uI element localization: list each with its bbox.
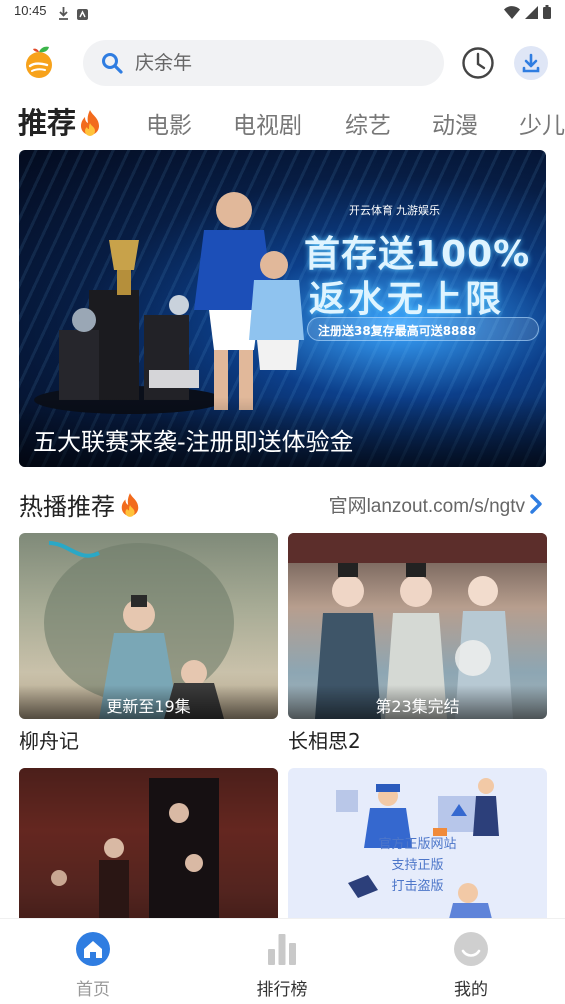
- poster-line-2: 支持正版: [391, 858, 444, 873]
- video-title[interactable]: 长相思2: [288, 725, 547, 754]
- home-icon: [75, 931, 111, 967]
- video-card[interactable]: [19, 768, 278, 923]
- episode-badge: 第23集完结: [375, 697, 460, 716]
- app-notification-icon: [77, 5, 88, 20]
- poster-line-3: 打击盗版: [391, 879, 444, 894]
- nav-profile[interactable]: 我的: [421, 931, 521, 1000]
- tab-tv-series[interactable]: 电视剧: [233, 106, 302, 140]
- official-site-link[interactable]: 官网lanzout.com/s/ngtv: [329, 491, 525, 518]
- nav-home[interactable]: 首页: [43, 931, 143, 1000]
- orange-logo-icon[interactable]: [22, 44, 58, 80]
- section-title: 热播推荐: [19, 487, 141, 522]
- video-card[interactable]: 更新至19集 柳舟记: [19, 533, 278, 754]
- video-thumbnail[interactable]: [19, 768, 278, 923]
- nav-label: 首页: [76, 980, 110, 1000]
- battery-icon: [543, 4, 551, 23]
- smiley-icon: [453, 931, 489, 967]
- nav-label: 排行榜: [256, 980, 308, 1000]
- tab-recommend[interactable]: 推荐: [18, 100, 102, 142]
- chevron-right-icon[interactable]: [529, 494, 543, 514]
- status-bar: 10:45: [0, 0, 565, 26]
- banner-brand-line: 开云体育 九游娱乐: [349, 205, 441, 217]
- bottom-navigation: 首页 排行榜 我的: [0, 918, 565, 1004]
- bar-chart-icon: [264, 931, 300, 967]
- fire-icon: [78, 109, 102, 137]
- clock-icon[interactable]: [461, 46, 495, 80]
- official-notice-poster[interactable]: 官方正版网站 支持正版 打击盗版: [288, 768, 547, 923]
- tab-kids[interactable]: 少儿: [519, 106, 565, 140]
- players-graphic: [194, 192, 304, 410]
- tab-anime[interactable]: 动漫: [432, 106, 478, 140]
- video-title[interactable]: 柳舟记: [19, 725, 278, 754]
- banner-subline: 注册送38复存最高可送8888: [307, 317, 539, 341]
- search-input[interactable]: [135, 48, 425, 78]
- video-card[interactable]: 第23集完结 长相思2: [288, 533, 547, 754]
- top-header: [0, 36, 565, 96]
- notice-card[interactable]: 官方正版网站 支持正版 打击盗版: [288, 768, 547, 923]
- section-title-text: 热播推荐: [19, 493, 115, 521]
- wifi-icon: [504, 4, 520, 23]
- category-tabs: 推荐 电影 电视剧 综艺 动漫 少儿: [0, 100, 565, 144]
- download-status-icon: [58, 5, 69, 20]
- video-thumbnail[interactable]: 更新至19集: [19, 533, 278, 719]
- search-icon: [101, 52, 123, 74]
- nav-label: 我的: [454, 980, 488, 1000]
- banner-caption: 五大联赛来袭-注册即送体验金: [33, 428, 354, 456]
- nav-ranking[interactable]: 排行榜: [232, 931, 332, 1000]
- tab-movies[interactable]: 电影: [146, 106, 192, 140]
- status-time: 10:45: [14, 3, 47, 18]
- search-bar[interactable]: [83, 40, 444, 86]
- tab-label: 推荐: [18, 106, 77, 140]
- signal-icon: [525, 4, 538, 23]
- promo-banner[interactable]: 开云体育 九游娱乐 首存送100% 返水无上限 注册送38复存最高可送8888 …: [19, 150, 546, 467]
- episode-badge: 更新至19集: [106, 697, 191, 716]
- poster-line-1: 官方正版网站: [378, 837, 457, 852]
- tab-variety[interactable]: 综艺: [345, 106, 391, 140]
- banner-headline-2: 返水无上限: [309, 279, 505, 320]
- fire-icon: [119, 491, 141, 519]
- download-icon[interactable]: [514, 46, 548, 80]
- video-thumbnail[interactable]: 第23集完结: [288, 533, 547, 719]
